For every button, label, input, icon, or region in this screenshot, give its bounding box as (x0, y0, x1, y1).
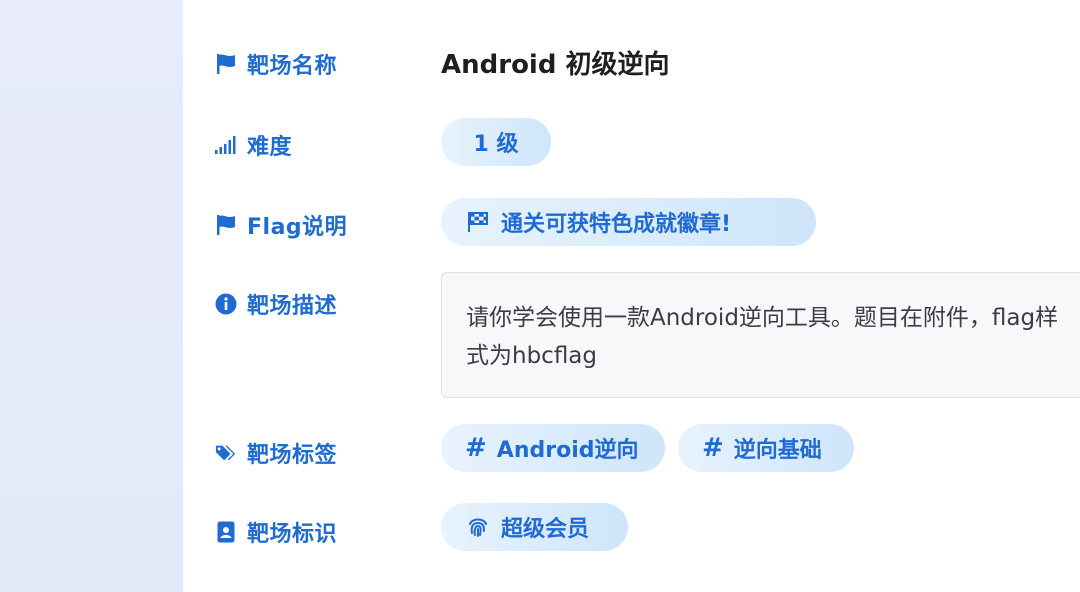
left-panel (0, 0, 183, 592)
description-label-text: 靶场描述 (247, 294, 338, 319)
flag-reward-badge: 通关可获特色成就徽章! (441, 198, 816, 246)
tags-label: 靶场标签 (215, 437, 337, 469)
hash-icon: # (702, 433, 724, 463)
hash-icon: # (465, 433, 487, 463)
identity-badge: 超级会员 (441, 503, 628, 551)
difficulty-label-text: 难度 (247, 135, 293, 160)
identity-label-text: 靶场标识 (247, 522, 338, 547)
difficulty-label: 难度 (215, 129, 292, 161)
id-badge-icon (215, 521, 237, 543)
identity-label: 靶场标识 (215, 516, 337, 548)
flag-reward-text: 通关可获特色成就徽章! (501, 212, 732, 237)
tag-android-reverse[interactable]: # Android逆向 (441, 424, 665, 472)
flag-icon (215, 214, 237, 236)
difficulty-badge: 1 级 (441, 118, 551, 166)
flag-label-text: Flag说明 (247, 215, 348, 240)
flag-label: Flag说明 (215, 209, 347, 241)
tags-label-text: 靶场标签 (247, 443, 338, 468)
info-icon (215, 293, 237, 315)
signal-icon (215, 134, 237, 156)
description-label: 靶场描述 (215, 288, 337, 320)
description-box: 请你学会使用一款Android逆向工具。题目在附件，flag样式为hbcflag (441, 272, 1080, 398)
name-label-text: 靶场名称 (247, 54, 338, 79)
tag-reverse-basics[interactable]: # 逆向基础 (678, 424, 854, 472)
flag-icon (215, 53, 237, 75)
tag-label: 逆向基础 (733, 438, 822, 463)
name-label: 靶场名称 (215, 48, 337, 80)
range-name-value: Android 初级逆向 (441, 50, 670, 80)
tag-label: Android逆向 (496, 438, 639, 463)
tags-icon (215, 442, 237, 464)
fingerprint-icon (467, 516, 489, 538)
identity-value: 超级会员 (501, 517, 590, 542)
checkered-flag-icon (467, 211, 489, 233)
range-detail-panel: 靶场名称 Android 初级逆向 难度 1 级 Flag说明 通关可获特色成就… (183, 0, 1080, 592)
description-text: 请你学会使用一款Android逆向工具。题目在附件，flag样式为hbcflag (466, 305, 1059, 369)
difficulty-value: 1 级 (473, 132, 519, 157)
